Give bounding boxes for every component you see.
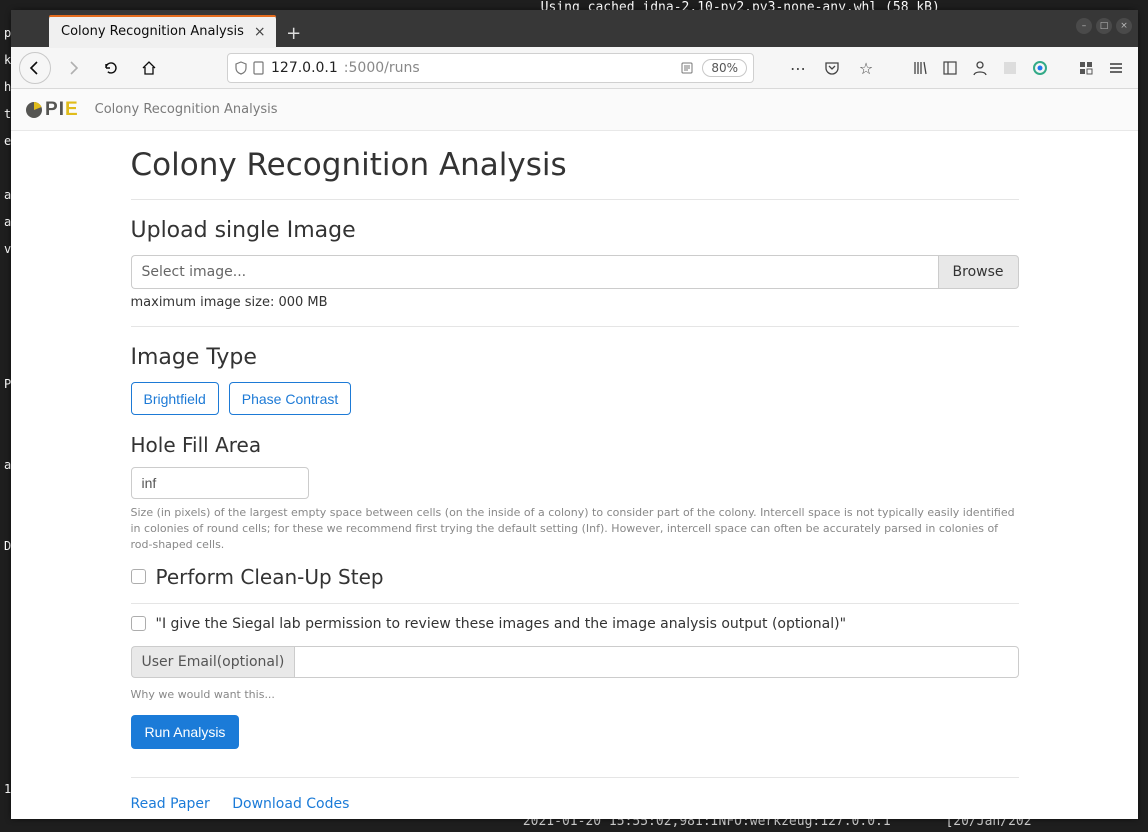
browser-toolbar: 127.0.0.1 :5000/runs 80% ⋯ ☆ bbox=[11, 47, 1138, 89]
email-addon: User Email(optional) bbox=[131, 646, 295, 678]
tab-title: Colony Recognition Analysis bbox=[61, 24, 244, 39]
pocket-icon[interactable] bbox=[818, 54, 846, 82]
titlebar: Colony Recognition Analysis × + – □ × bbox=[11, 10, 1138, 47]
consent-checkbox[interactable] bbox=[131, 616, 146, 631]
tab-active[interactable]: Colony Recognition Analysis × bbox=[49, 15, 276, 48]
site-header: PIE Colony Recognition Analysis bbox=[11, 89, 1138, 131]
account-icon[interactable] bbox=[966, 54, 994, 82]
read-paper-link[interactable]: Read Paper bbox=[131, 796, 210, 812]
library-icon[interactable] bbox=[906, 54, 934, 82]
url-host: 127.0.0.1 bbox=[271, 60, 338, 76]
address-bar[interactable]: 127.0.0.1 :5000/runs 80% bbox=[227, 53, 754, 83]
window-close-button[interactable]: × bbox=[1116, 18, 1132, 34]
window-minimize-button[interactable]: – bbox=[1076, 18, 1092, 34]
consent-label: "I give the Siegal lab permission to rev… bbox=[156, 616, 847, 632]
zoom-indicator[interactable]: 80% bbox=[702, 59, 747, 77]
upload-heading: Upload single Image bbox=[131, 218, 1019, 243]
upload-hint: maximum image size: 000 MB bbox=[131, 295, 1019, 310]
download-codes-link[interactable]: Download Codes bbox=[232, 796, 349, 812]
sidebar-icon[interactable] bbox=[936, 54, 964, 82]
file-input[interactable]: Select image... bbox=[131, 255, 938, 289]
new-tab-button[interactable]: + bbox=[280, 19, 308, 47]
browse-button[interactable]: Browse bbox=[938, 255, 1019, 289]
cleanup-label: Perform Clean-Up Step bbox=[156, 565, 384, 589]
cleanup-checkbox[interactable] bbox=[131, 569, 146, 584]
close-icon[interactable]: × bbox=[254, 25, 266, 39]
pie-icon bbox=[25, 101, 43, 119]
reader-icon[interactable] bbox=[680, 61, 694, 75]
page-title: Colony Recognition Analysis bbox=[131, 147, 1019, 183]
home-button[interactable] bbox=[133, 52, 165, 84]
brightfield-button[interactable]: Brightfield bbox=[131, 382, 219, 415]
ext-icon-1[interactable] bbox=[996, 54, 1024, 82]
window-maximize-button[interactable]: □ bbox=[1096, 18, 1112, 34]
browser-window: Colony Recognition Analysis × + – □ × bbox=[11, 10, 1138, 819]
back-button[interactable] bbox=[19, 52, 51, 84]
email-input[interactable] bbox=[294, 646, 1018, 678]
page-content: PIE Colony Recognition Analysis Colony R… bbox=[11, 89, 1138, 819]
hole-fill-help: Size (in pixels) of the largest empty sp… bbox=[131, 505, 1019, 553]
hole-fill-input[interactable] bbox=[131, 467, 309, 499]
shield-icon[interactable] bbox=[234, 61, 248, 75]
email-help: Why we would want this... bbox=[131, 688, 1019, 701]
phase-contrast-button[interactable]: Phase Contrast bbox=[229, 382, 352, 415]
reload-button[interactable] bbox=[95, 52, 127, 84]
forward-button[interactable] bbox=[57, 52, 89, 84]
bookmark-star-icon[interactable]: ☆ bbox=[852, 54, 880, 82]
page-icon bbox=[252, 61, 265, 75]
extensions-icon[interactable] bbox=[1072, 54, 1100, 82]
breadcrumb[interactable]: Colony Recognition Analysis bbox=[95, 102, 278, 117]
hole-fill-heading: Hole Fill Area bbox=[131, 433, 1019, 457]
image-type-heading: Image Type bbox=[131, 345, 1019, 370]
ext-icon-2[interactable] bbox=[1026, 54, 1054, 82]
logo-text: PIE bbox=[45, 99, 79, 121]
run-analysis-button[interactable]: Run Analysis bbox=[131, 715, 240, 749]
menu-dots-icon[interactable]: ⋯ bbox=[784, 54, 812, 82]
site-logo[interactable]: PIE bbox=[25, 99, 79, 121]
url-path: :5000/runs bbox=[344, 60, 420, 76]
hamburger-menu-icon[interactable] bbox=[1102, 54, 1130, 82]
